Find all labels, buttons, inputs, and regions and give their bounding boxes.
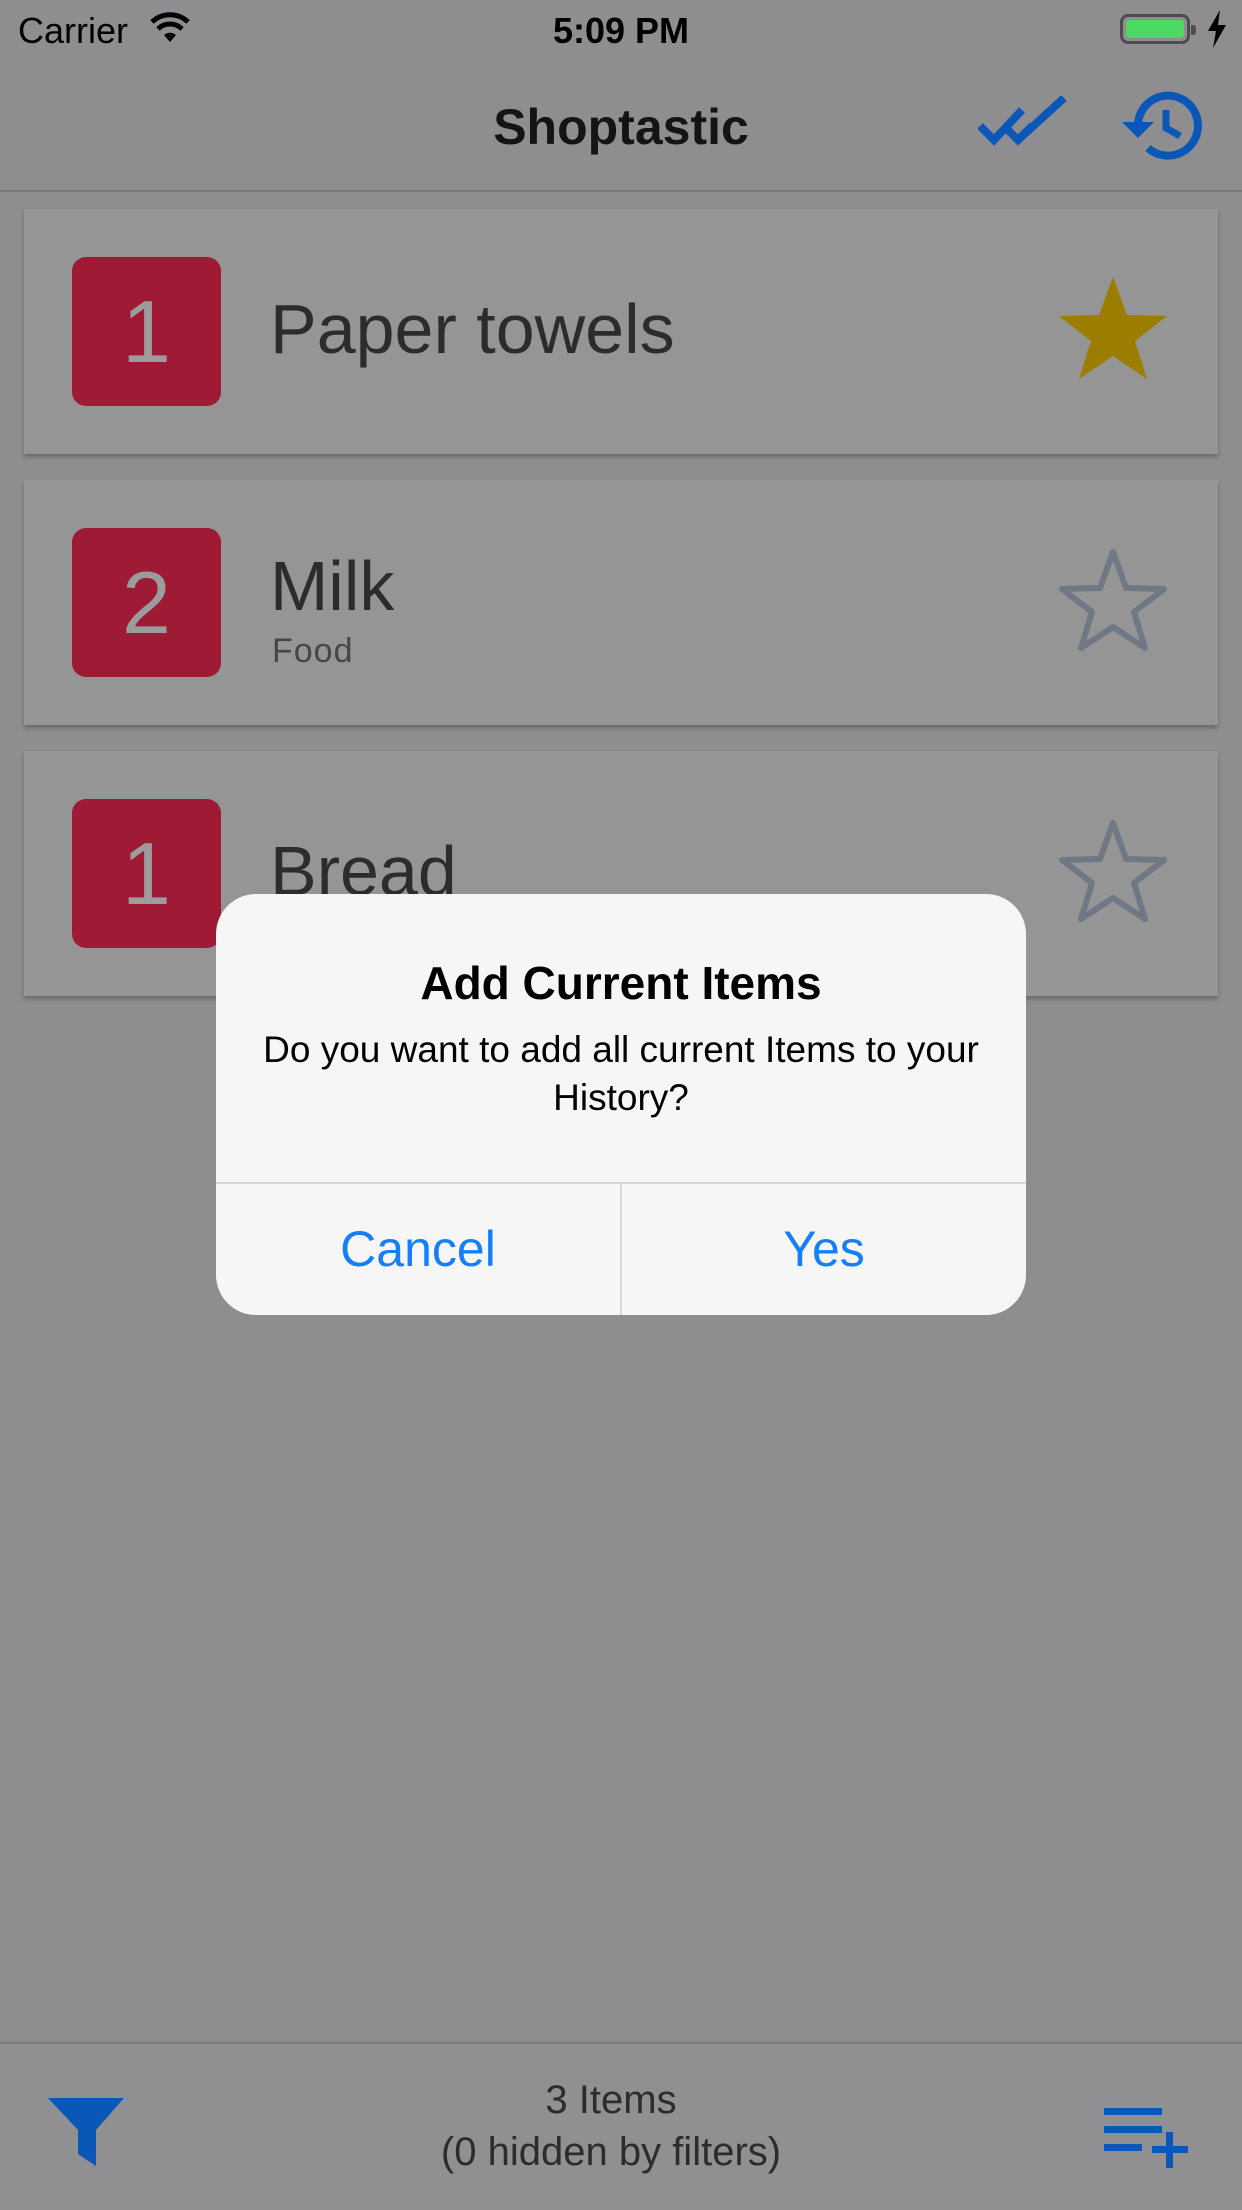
hidden-count: (0 hidden by filters) xyxy=(440,2130,782,2174)
item-category: Food xyxy=(272,632,354,670)
nav-bar: Shoptastic xyxy=(0,62,1242,192)
star-outline-icon[interactable] xyxy=(1054,542,1172,660)
history-icon[interactable] xyxy=(1118,88,1202,164)
item-name: Paper towels xyxy=(270,290,675,368)
star-outline-icon[interactable] xyxy=(1054,813,1172,931)
star-filled-icon[interactable] xyxy=(1054,271,1172,389)
double-check-icon[interactable] xyxy=(978,96,1070,156)
alert-title: Add Current Items xyxy=(420,957,822,1009)
cancel-button[interactable]: Cancel xyxy=(216,1184,620,1315)
status-time: 5:09 PM xyxy=(552,10,690,51)
battery-icon xyxy=(1120,14,1196,44)
quantity-badge: 1 xyxy=(72,799,221,948)
bottom-toolbar: 3 Items (0 hidden by filters) xyxy=(0,2042,1242,2210)
alert-dialog: Add Current Items Do you want to add all… xyxy=(216,894,1026,1315)
yes-button[interactable]: Yes xyxy=(622,1184,1026,1315)
item-count: 3 Items xyxy=(545,2078,677,2122)
bolt-icon xyxy=(1208,10,1226,48)
playlist-add-icon[interactable] xyxy=(1102,2104,1192,2168)
list-item[interactable]: 1 Paper towels xyxy=(24,209,1218,454)
item-name: Milk xyxy=(270,547,395,625)
status-bar: Carrier 5:09 PM xyxy=(0,0,1242,62)
quantity-badge: 1 xyxy=(72,257,221,406)
list-item[interactable]: 2 Milk Food xyxy=(24,480,1218,725)
quantity-badge: 2 xyxy=(72,528,221,677)
alert-message: Do you want to add all current Items to … xyxy=(263,1029,979,1118)
